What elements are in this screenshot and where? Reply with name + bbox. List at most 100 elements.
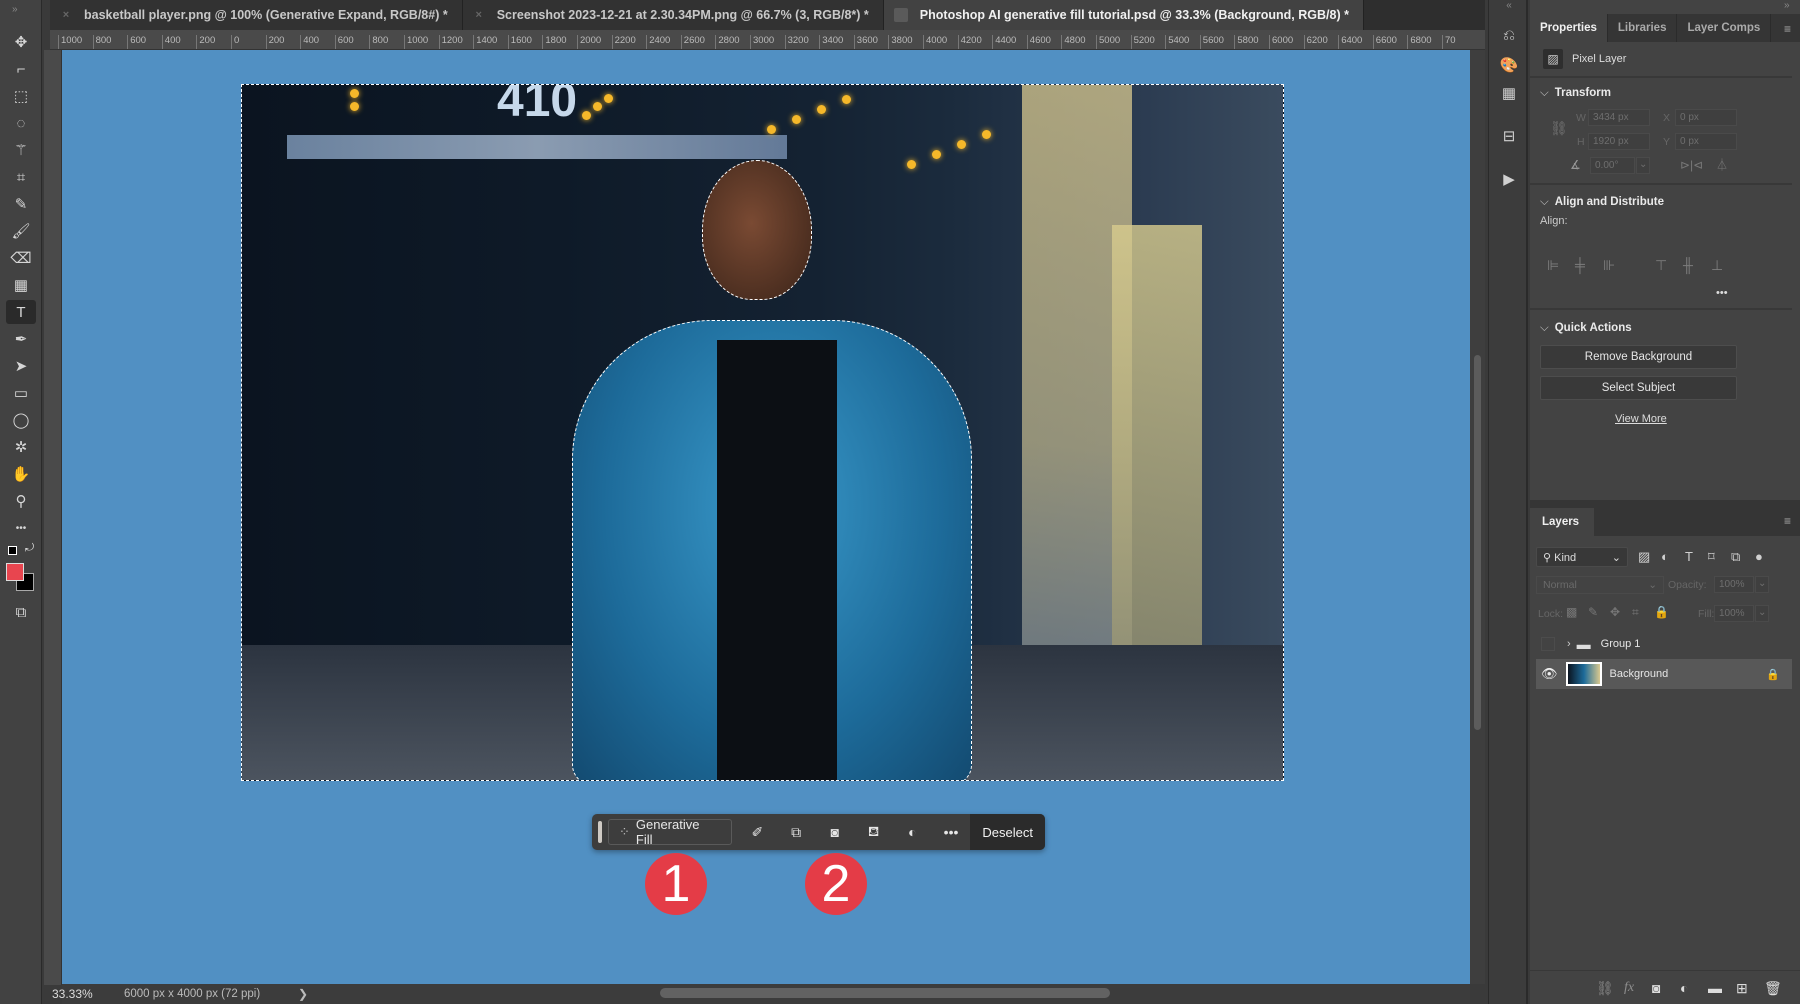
foreground-color-swatch[interactable] — [6, 563, 24, 581]
image-selection[interactable]: 410 — [241, 84, 1284, 781]
rectangle-tool[interactable]: ▭ — [6, 381, 36, 405]
opacity-dropdown-icon[interactable]: ⌄ — [1755, 576, 1769, 593]
transform-section-header[interactable]: ⌵ Transform — [1540, 87, 1611, 100]
tab-layers[interactable]: Layers — [1530, 508, 1594, 536]
color-palette-icon[interactable]: 🎨 — [1497, 54, 1521, 76]
eraser-tool[interactable]: ⌫ — [6, 246, 36, 270]
visibility-toggle-off[interactable] — [1541, 637, 1555, 651]
horizontal-scroll-thumb[interactable] — [660, 988, 1110, 998]
actions-play-icon[interactable]: ▶ — [1497, 168, 1521, 190]
close-tab-icon[interactable]: × — [473, 9, 485, 21]
add-mask-icon[interactable]: ◙ — [1652, 980, 1660, 996]
layers-menu-icon[interactable]: ≡ — [1784, 514, 1791, 528]
eyedropper-tool[interactable]: ✎ — [6, 192, 36, 216]
custom-shape-tool[interactable]: ✲ — [6, 435, 36, 459]
zoom-level[interactable]: 33.33% — [44, 987, 124, 1001]
close-tab-icon[interactable]: × — [893, 8, 908, 22]
crop-tool[interactable]: ⌗ — [6, 165, 36, 189]
ellipse-tool[interactable]: ◯ — [6, 408, 36, 432]
history-icon[interactable]: ⎌ — [1497, 24, 1521, 46]
layer-style-fx-icon[interactable]: fx — [1624, 980, 1634, 996]
tab-libraries[interactable]: Libraries — [1608, 14, 1678, 42]
adjustment-icon[interactable]: ◐ — [893, 824, 932, 840]
brush-tool[interactable]: 🖌 — [6, 219, 36, 243]
filter-toggle-icon[interactable]: ● — [1755, 549, 1763, 564]
blend-mode-select[interactable]: Normal ⌄ — [1536, 576, 1664, 594]
taskbar-drag-handle[interactable] — [598, 821, 602, 843]
new-adjustment-layer-icon[interactable]: ◐ — [1680, 980, 1688, 996]
magic-wand-tool[interactable]: ⚚ — [6, 138, 36, 162]
delete-layer-trash-icon[interactable]: 🗑 — [1764, 980, 1782, 997]
y-position-field[interactable]: 0 px — [1675, 133, 1737, 150]
vertical-scroll-thumb[interactable] — [1474, 355, 1481, 730]
visibility-eye-icon[interactable]: 👁 — [1541, 666, 1558, 682]
flip-vertical-icon[interactable]: ⏃ — [1716, 156, 1728, 173]
document-tab-screenshot[interactable]: × Screenshot 2023-12-21 at 2.30.34PM.png … — [462, 0, 884, 30]
type-tool[interactable]: T — [6, 300, 36, 324]
filter-pixel-icon[interactable]: ▨ — [1638, 549, 1650, 565]
filter-smart-object-icon[interactable]: ⧉ — [1731, 549, 1740, 565]
vertical-ruler[interactable] — [44, 50, 62, 985]
angle-field[interactable]: 0.00° — [1590, 157, 1635, 174]
document-tab-basketball[interactable]: × basketball player.png @ 100% (Generativ… — [50, 0, 463, 30]
pen-tool[interactable]: ✒ — [6, 327, 36, 351]
filter-shape-icon[interactable]: ⌑ — [1708, 549, 1715, 565]
tab-layer-comps[interactable]: Layer Comps — [1677, 14, 1772, 42]
x-position-field[interactable]: 0 px — [1675, 109, 1737, 126]
link-proportions-icon[interactable]: ⛓ — [1550, 120, 1568, 137]
quick-actions-header[interactable]: ⌵ Quick Actions — [1540, 322, 1632, 335]
align-top-icon[interactable]: ⊤ — [1655, 257, 1667, 274]
select-subject-button[interactable]: Select Subject — [1540, 376, 1737, 400]
layer-row-background[interactable]: 👁 Background 🔒 — [1536, 659, 1792, 689]
angle-dropdown-icon[interactable]: ⌄ — [1636, 157, 1650, 174]
filter-type-icon[interactable]: T — [1685, 549, 1693, 564]
panel-resize-handle[interactable] — [1530, 500, 1800, 508]
tab-properties[interactable]: Properties — [1530, 14, 1608, 42]
hand-tool[interactable]: ✋ — [6, 462, 36, 486]
collapse-dock-icon[interactable]: « — [1489, 0, 1529, 14]
filter-adjustment-icon[interactable]: ◐ — [1661, 549, 1669, 564]
horizontal-ruler[interactable]: 1000 800 600 400 200 0 200 400 600 800 1000 1200 140… — [50, 30, 1485, 50]
close-tab-icon[interactable]: × — [60, 9, 72, 21]
deselect-button[interactable]: Deselect — [970, 814, 1045, 850]
link-layers-icon[interactable]: ⛓ — [1596, 980, 1614, 997]
artboard-tool[interactable]: ⌐ — [6, 57, 36, 81]
clone-source-icon[interactable]: ⊟ — [1497, 125, 1521, 147]
height-field[interactable]: 1920 px — [1588, 133, 1650, 150]
new-group-folder-icon[interactable]: ▬ — [1708, 980, 1722, 996]
swatches-grid-icon[interactable]: ▦ — [1497, 82, 1521, 104]
brush-mask-icon[interactable]: ✐ — [738, 824, 777, 841]
more-tools[interactable]: ••• — [6, 516, 36, 540]
screen-mode-icon[interactable]: ⧉ — [6, 600, 36, 624]
lock-image-pixels-icon[interactable]: ✎ — [1588, 605, 1598, 619]
zoom-tool[interactable]: ⚲ — [6, 489, 36, 513]
fill-field[interactable]: 100% — [1714, 605, 1754, 622]
gradient-tool[interactable]: ▦ — [6, 273, 36, 297]
layer-row-group-1[interactable]: › ▬ Group 1 — [1536, 630, 1792, 658]
width-field[interactable]: 3434 px — [1588, 109, 1650, 126]
layer-filter-kind-select[interactable]: ⚲ Kind ⌄ — [1536, 547, 1628, 567]
marquee-tool[interactable]: ⬚ — [6, 84, 36, 108]
panel-menu-icon[interactable]: ≡ — [1784, 22, 1791, 36]
align-bottom-icon[interactable]: ⊥ — [1711, 257, 1723, 274]
more-options-icon[interactable]: ••• — [932, 824, 971, 840]
view-more-link[interactable]: View More — [1615, 413, 1667, 425]
align-more-icon[interactable]: ••• — [1716, 287, 1728, 299]
lasso-tool[interactable]: ◌ — [6, 111, 36, 135]
document-tab-tutorial-psd[interactable]: × Photoshop AI generative fill tutorial.p… — [883, 0, 1364, 30]
layer-mask-icon[interactable]: ◙ — [815, 824, 854, 840]
flip-horizontal-icon[interactable]: ⊳|⊲ — [1680, 158, 1703, 172]
move-tool[interactable]: ✥ — [6, 30, 36, 54]
expand-group-chevron-icon[interactable]: › — [1567, 638, 1571, 650]
lock-transparent-pixels-icon[interactable]: ▩ — [1566, 605, 1577, 619]
collapse-toolbar-icon[interactable]: » — [0, 0, 42, 28]
path-selection-tool[interactable]: ➤ — [6, 354, 36, 378]
fill-icon[interactable]: ⛾ — [854, 823, 893, 842]
expand-panels-icon[interactable]: » — [1784, 0, 1790, 11]
opacity-field[interactable]: 100% — [1714, 576, 1754, 593]
layer-lock-icon[interactable]: 🔒 — [1766, 668, 1780, 681]
generative-fill-button[interactable]: ⁘ Generative Fill — [607, 817, 732, 847]
align-horizontal-center-icon[interactable]: ╪ — [1575, 257, 1585, 273]
fill-dropdown-icon[interactable]: ⌄ — [1755, 605, 1769, 622]
align-left-icon[interactable]: ⊫ — [1547, 257, 1559, 274]
